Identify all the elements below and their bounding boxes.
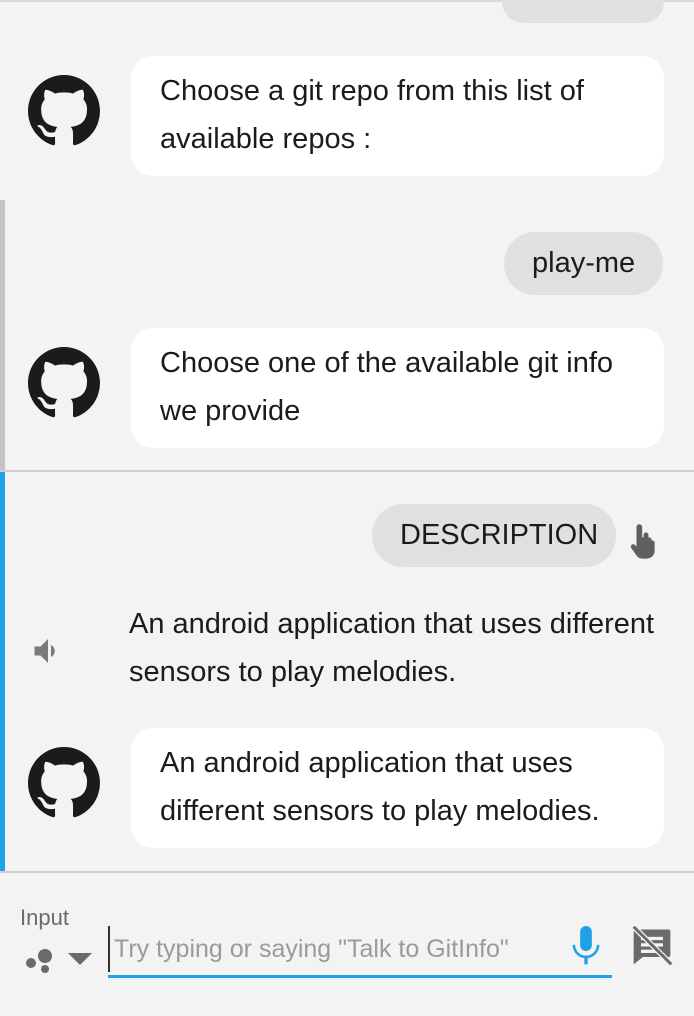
github-icon xyxy=(28,75,100,147)
active-conversation-rail xyxy=(0,472,5,871)
speech-transcript-text: An android application that uses differe… xyxy=(129,608,655,688)
user-message-text: play-me xyxy=(532,247,636,279)
conversation-rail xyxy=(0,200,5,470)
github-icon xyxy=(28,747,100,819)
user-message-suggestion: DESCRIPTION xyxy=(372,504,616,567)
github-icon xyxy=(28,347,100,419)
user-bubble-partial xyxy=(502,0,664,23)
bot-message: Choose one of the available git info we … xyxy=(131,328,664,448)
user-message: play-me xyxy=(504,232,664,295)
mic-icon[interactable] xyxy=(566,924,606,968)
bot-message: Choose a git repo from this list of avai… xyxy=(131,56,664,176)
conversation-divider xyxy=(0,470,694,472)
chat-screen: Choose a git repo from this list of avai… xyxy=(0,0,694,1016)
bot-message-text: An android application that uses differe… xyxy=(160,747,600,827)
speech-transcript: An android application that uses differe… xyxy=(129,600,659,696)
query-field[interactable] xyxy=(108,926,612,978)
query-input[interactable] xyxy=(108,926,564,972)
no-display-icon[interactable] xyxy=(630,924,674,968)
input-label: Input xyxy=(20,905,69,930)
touch-icon xyxy=(630,524,655,559)
bot-message-text: Choose a git repo from this list of avai… xyxy=(160,75,584,155)
speaker-icon xyxy=(34,639,55,663)
user-message-text: DESCRIPTION xyxy=(400,519,599,551)
input-mode-icon[interactable] xyxy=(24,942,96,974)
bot-message-text: Choose one of the available git info we … xyxy=(160,347,614,427)
bot-message: An android application that uses differe… xyxy=(131,728,664,848)
